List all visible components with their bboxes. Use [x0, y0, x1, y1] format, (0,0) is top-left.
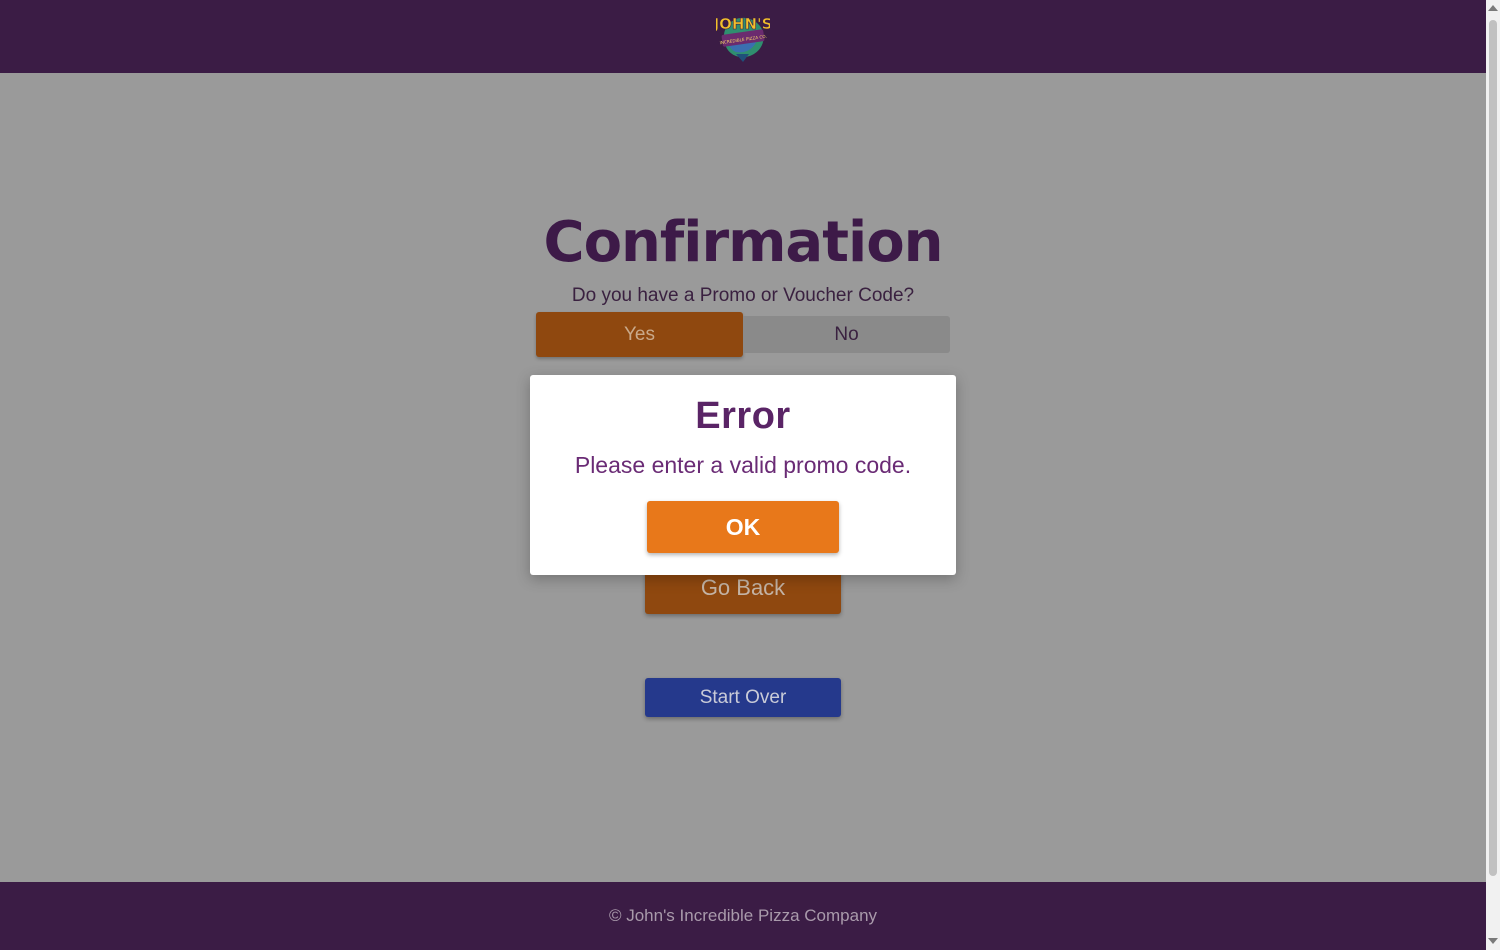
scrollbar-thumb[interactable]: [1489, 20, 1497, 876]
johns-incredible-pizza-logo[interactable]: JOHN'S INCREDIBLE PIZZA CO.: [712, 10, 773, 62]
ok-button[interactable]: OK: [647, 501, 839, 553]
promo-no-button[interactable]: No: [743, 316, 950, 353]
scroll-down-arrow-icon[interactable]: [1488, 938, 1498, 944]
page-title: Confirmation: [543, 210, 943, 275]
vertical-scrollbar[interactable]: [1486, 0, 1500, 950]
promo-question: Do you have a Promo or Voucher Code?: [571, 285, 915, 306]
scroll-up-arrow-icon[interactable]: [1488, 5, 1498, 11]
error-dialog-title: Error: [695, 395, 791, 437]
site-footer: © John's Incredible Pizza Company: [0, 882, 1486, 950]
promo-yes-button[interactable]: Yes: [536, 312, 743, 357]
error-dialog-message: Please enter a valid promo code.: [574, 452, 912, 478]
error-dialog: Error Please enter a valid promo code. O…: [530, 375, 956, 575]
logo-wordmark: JOHN'S: [716, 15, 770, 33]
start-over-button[interactable]: Start Over: [645, 678, 841, 717]
site-header: JOHN'S INCREDIBLE PIZZA CO.: [0, 0, 1486, 73]
copyright-text: © John's Incredible Pizza Company: [608, 906, 878, 925]
